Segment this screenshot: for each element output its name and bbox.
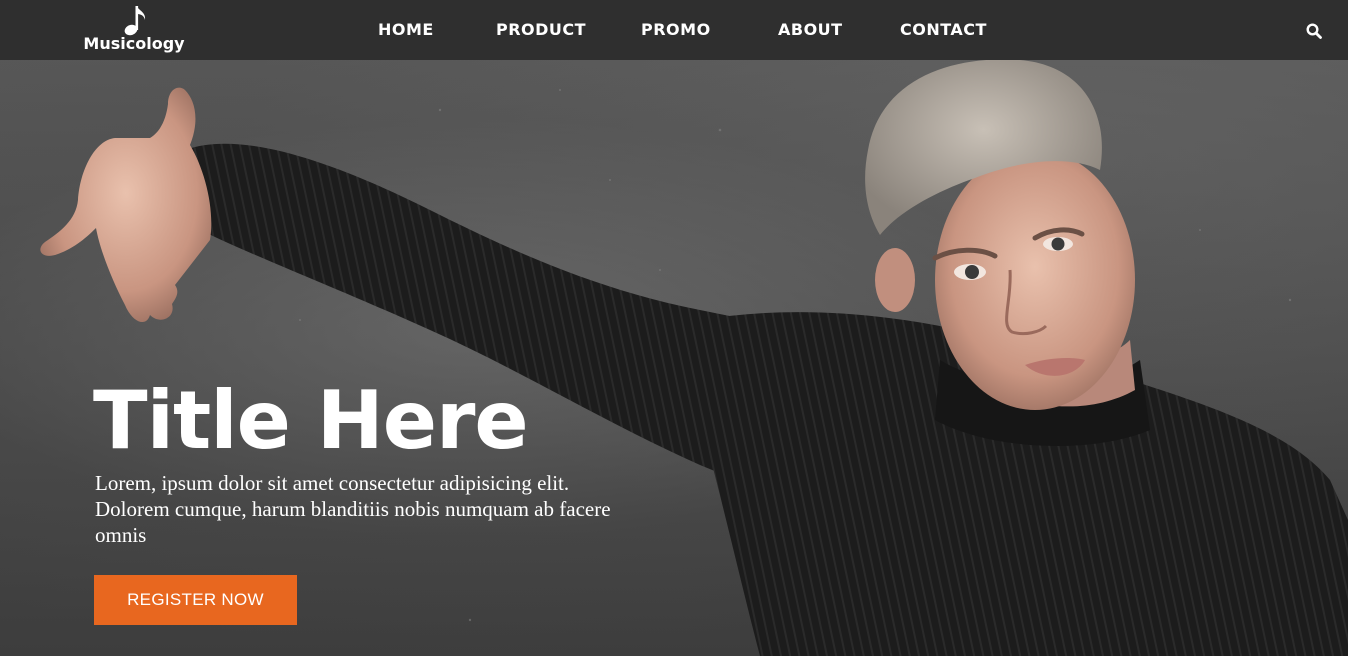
- search-icon[interactable]: [1306, 23, 1322, 39]
- hero-title: Title Here: [93, 374, 529, 467]
- navbar: Musicology HOME PRODUCT PROMO ABOUT CONT…: [0, 0, 1348, 60]
- nav-home[interactable]: HOME: [378, 21, 434, 39]
- hero-background-image: [40, 60, 1348, 656]
- hero-description: Lorem, ipsum dolor sit amet consectetur …: [95, 471, 611, 547]
- nav-contact[interactable]: CONTACT: [900, 21, 987, 39]
- hero-banner: Title Here Lorem, ipsum dolor sit amet c…: [0, 60, 1348, 656]
- brand-name: Musicology: [83, 34, 185, 53]
- brand-logo[interactable]: Musicology: [82, 3, 186, 57]
- nav-about[interactable]: ABOUT: [778, 21, 843, 39]
- register-now-button[interactable]: REGISTER NOW: [94, 575, 297, 625]
- nav-product[interactable]: PRODUCT: [496, 21, 586, 39]
- nav-promo[interactable]: PROMO: [641, 21, 711, 39]
- music-note-icon: [124, 6, 146, 36]
